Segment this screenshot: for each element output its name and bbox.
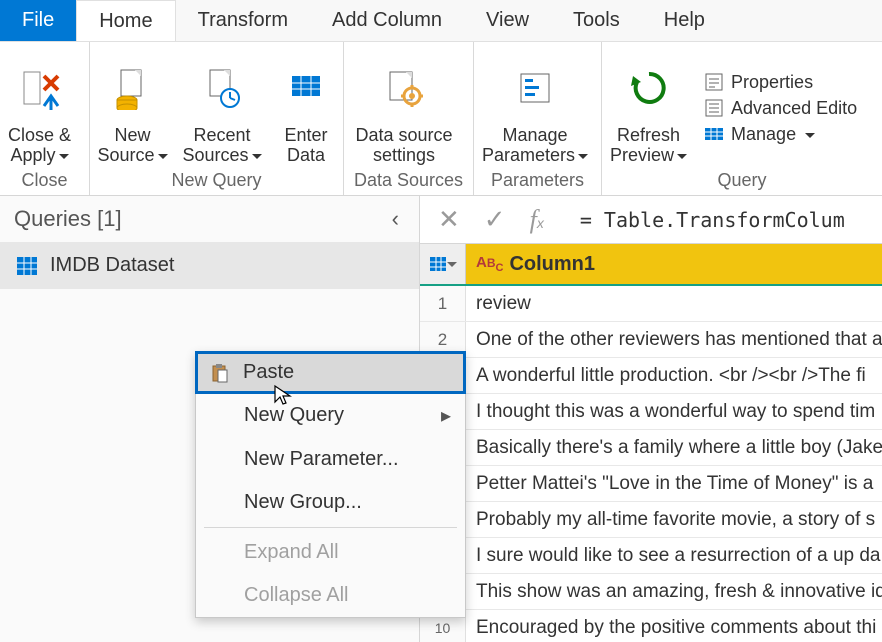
table-row[interactable]: 4I thought this was a wonderful way to s…: [420, 394, 882, 430]
formula-cancel-button[interactable]: ✕: [438, 204, 460, 235]
group-label-data-sources: Data Sources: [344, 168, 473, 195]
ctx-new-group[interactable]: New Group...: [196, 481, 465, 524]
ctx-new-query[interactable]: New Query ▸: [196, 393, 465, 438]
group-label-new-query: New Query: [90, 168, 343, 195]
new-source-icon: [113, 52, 153, 125]
tab-home[interactable]: Home: [76, 0, 175, 41]
manage-parameters-button[interactable]: Manage Parameters: [474, 48, 596, 168]
menubar: File Home Transform Add Column View Tool…: [0, 0, 882, 42]
table-row[interactable]: 6Petter Mattei's "Love in the Time of Mo…: [420, 466, 882, 502]
table-row[interactable]: 1review: [420, 286, 882, 322]
tab-transform[interactable]: Transform: [176, 0, 310, 41]
table-row[interactable]: 10Encouraged by the positive comments ab…: [420, 610, 882, 642]
tab-file[interactable]: File: [0, 0, 76, 41]
refresh-preview-button[interactable]: Refresh Preview: [602, 48, 695, 168]
table-row[interactable]: 3A wonderful little production. <br /><b…: [420, 358, 882, 394]
table-corner-button[interactable]: [420, 244, 466, 284]
close-apply-icon: [18, 52, 62, 125]
new-source-button[interactable]: New Source: [90, 48, 175, 168]
table-row[interactable]: 5Basically there's a family where a litt…: [420, 430, 882, 466]
advanced-editor-button[interactable]: Advanced Edito: [703, 96, 857, 120]
formula-input[interactable]: = Table.TransformColum: [568, 208, 845, 232]
ctx-new-parameter[interactable]: New Parameter...: [196, 438, 465, 481]
formula-confirm-button[interactable]: ✓: [484, 204, 506, 235]
tab-help[interactable]: Help: [642, 0, 727, 41]
query-item-imdb[interactable]: IMDB Dataset: [0, 242, 419, 289]
data-source-settings-button[interactable]: Data source settings: [344, 48, 464, 168]
formula-bar: ✕ ✓ fx = Table.TransformColum: [420, 196, 882, 244]
recent-sources-button[interactable]: Recent Sources: [175, 48, 269, 168]
manage-parameters-icon: [513, 52, 557, 125]
group-label-query: Query: [602, 168, 882, 195]
context-menu: Paste New Query ▸ New Parameter... New G…: [195, 351, 466, 618]
data-source-settings-icon: [382, 52, 426, 125]
enter-data-button[interactable]: Enter Data: [269, 48, 343, 168]
enter-data-icon: [286, 52, 326, 125]
main-area: Queries [1] ‹ IMDB Dataset Paste New Que…: [0, 196, 882, 642]
data-grid[interactable]: 1review 2One of the other reviewers has …: [420, 286, 882, 642]
tab-add-column[interactable]: Add Column: [310, 0, 464, 41]
chevron-right-icon: ▸: [441, 403, 451, 428]
data-pane: ✕ ✓ fx = Table.TransformColum ABC Column…: [420, 196, 882, 642]
group-label-close: Close: [0, 168, 89, 195]
table-row[interactable]: 7Probably my all-time favorite movie, a …: [420, 502, 882, 538]
ctx-separator: [204, 527, 457, 528]
fx-button[interactable]: fx: [530, 205, 544, 235]
table-mini-icon: [429, 256, 447, 272]
recent-sources-icon: [202, 52, 242, 125]
table-row[interactable]: 8I sure would like to see a resurrection…: [420, 538, 882, 574]
advanced-editor-icon: [703, 97, 725, 119]
queries-title: Queries [1]: [14, 206, 122, 232]
ctx-collapse-all: Collapse All: [196, 574, 465, 617]
properties-icon: [703, 71, 725, 93]
ctx-expand-all: Expand All: [196, 531, 465, 574]
query-item-label: IMDB Dataset: [50, 254, 174, 277]
abc-type-icon: ABC: [476, 254, 503, 274]
column-header-column1[interactable]: ABC Column1: [466, 244, 882, 284]
table-row[interactable]: 2One of the other reviewers has mentione…: [420, 322, 882, 358]
manage-button[interactable]: Manage: [703, 122, 857, 146]
collapse-sidebar-button[interactable]: ‹: [386, 206, 405, 232]
ribbon: Close & Apply Close New Source: [0, 42, 882, 196]
properties-button[interactable]: Properties: [703, 70, 857, 94]
close-apply-button[interactable]: Close & Apply: [0, 48, 79, 168]
tab-view[interactable]: View: [464, 0, 551, 41]
queries-sidebar: Queries [1] ‹ IMDB Dataset Paste New Que…: [0, 196, 420, 642]
table-icon: [16, 256, 38, 276]
group-label-parameters: Parameters: [474, 168, 601, 195]
column-header-row: ABC Column1: [420, 244, 882, 286]
refresh-icon: [627, 52, 671, 125]
manage-icon: [703, 123, 725, 145]
tab-tools[interactable]: Tools: [551, 0, 642, 41]
paste-icon: [209, 363, 231, 383]
ctx-paste[interactable]: Paste: [195, 351, 466, 394]
table-row[interactable]: 9This show was an amazing, fresh & innov…: [420, 574, 882, 610]
